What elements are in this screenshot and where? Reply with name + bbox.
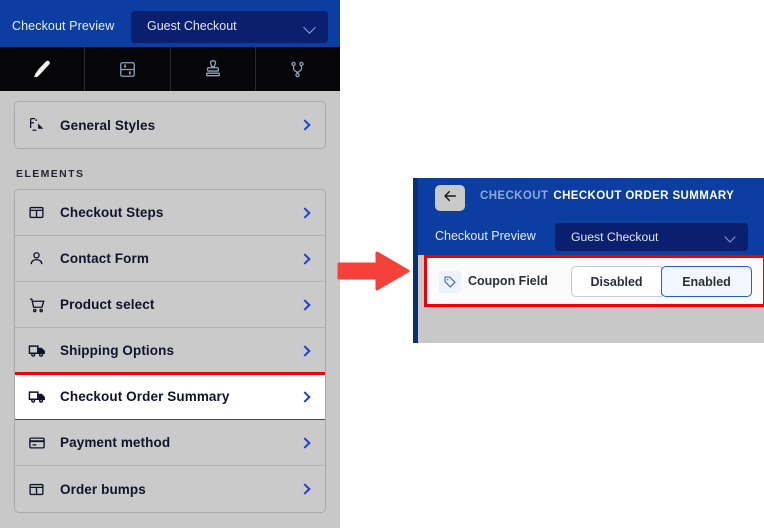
coupon-field-label: Coupon Field bbox=[468, 274, 548, 288]
breadcrumb: CHECKOUT CHECKOUT ORDER SUMMARY bbox=[480, 190, 734, 202]
detail-guest-checkout-select-value: Guest Checkout bbox=[571, 230, 659, 244]
cart-icon bbox=[28, 295, 52, 315]
coupon-field-enabled-button[interactable]: Enabled bbox=[661, 266, 752, 297]
checkout-preview-label: Checkout Preview bbox=[12, 19, 115, 33]
detail-panel: CHECKOUT CHECKOUT ORDER SUMMARY Checkout … bbox=[413, 178, 764, 343]
tab-integrations[interactable] bbox=[256, 47, 340, 91]
chevron-right-icon bbox=[299, 483, 311, 495]
paintbrush-icon bbox=[31, 58, 53, 80]
builder-topbar: Checkout Preview Guest Checkout bbox=[0, 0, 340, 47]
chevron-right-icon bbox=[299, 436, 311, 449]
coupon-field-setting-row: Coupon Field Disabled Enabled bbox=[426, 257, 764, 305]
sidebar-item-general-styles[interactable]: General Styles bbox=[15, 102, 325, 148]
sidebar-item-label: Shipping Options bbox=[60, 343, 175, 358]
columns-icon bbox=[28, 203, 52, 223]
chevron-right-icon bbox=[299, 344, 311, 357]
detail-checkout-preview-label: Checkout Preview bbox=[435, 229, 536, 243]
sidebar-item-payment-method[interactable]: Payment method bbox=[15, 420, 325, 466]
chevron-right-icon bbox=[299, 119, 311, 131]
chevron-right-icon bbox=[299, 206, 311, 219]
sidebar-item-label: Order bumps bbox=[60, 481, 146, 497]
tab-stamp[interactable] bbox=[171, 47, 256, 91]
arrow-left-icon bbox=[442, 188, 458, 209]
back-button[interactable] bbox=[435, 185, 465, 211]
stamp-icon bbox=[203, 59, 223, 79]
sidebar-item-product-select[interactable]: Product select bbox=[15, 282, 325, 328]
general-styles-card: General Styles bbox=[14, 101, 326, 149]
coupon-field-disabled-button[interactable]: Disabled bbox=[571, 266, 662, 297]
elements-section-title: ELEMENTS bbox=[16, 168, 85, 180]
sidebar-item-checkout-order-summary[interactable]: Checkout Order Summary bbox=[15, 374, 325, 420]
right-arrow-annotation bbox=[337, 250, 411, 292]
sidebar-item-label: Checkout Steps bbox=[60, 205, 164, 220]
user-icon bbox=[28, 249, 52, 269]
sidebar-item-label: Payment method bbox=[60, 435, 171, 450]
detail-panel-header: CHECKOUT CHECKOUT ORDER SUMMARY bbox=[418, 178, 764, 218]
sliders-icon bbox=[118, 60, 137, 79]
chevron-down-icon bbox=[724, 231, 736, 243]
breadcrumb-parent: CHECKOUT bbox=[480, 190, 549, 202]
chevron-right-icon bbox=[299, 390, 311, 403]
chevron-down-icon bbox=[303, 21, 316, 34]
sidebar-item-checkout-steps[interactable]: Checkout Steps bbox=[15, 190, 325, 236]
screenshot-root: Checkout Preview Guest Checkout General … bbox=[0, 0, 764, 528]
highlighted-item-wrapper: Checkout Order Summary bbox=[15, 372, 325, 422]
detail-panel-subbar: Checkout Preview Guest Checkout bbox=[418, 218, 764, 255]
tab-settings[interactable] bbox=[85, 47, 171, 91]
detail-guest-checkout-select[interactable]: Guest Checkout bbox=[555, 223, 748, 251]
sidebar-item-label: General Styles bbox=[60, 117, 156, 133]
sidebar-item-shipping-options[interactable]: Shipping Options bbox=[15, 328, 325, 374]
tag-icon bbox=[439, 271, 461, 293]
breadcrumb-current: CHECKOUT ORDER SUMMARY bbox=[553, 190, 735, 202]
credit-card-icon bbox=[28, 433, 52, 453]
chevron-right-icon bbox=[299, 252, 311, 265]
chevron-right-icon bbox=[299, 298, 311, 311]
truck-icon bbox=[28, 387, 52, 407]
builder-sidebar: Checkout Preview Guest Checkout General … bbox=[0, 0, 340, 528]
columns-icon bbox=[28, 479, 52, 499]
sidebar-item-contact-form[interactable]: Contact Form bbox=[15, 236, 325, 282]
tab-design[interactable] bbox=[0, 47, 86, 91]
git-branch-icon bbox=[288, 60, 307, 79]
guest-checkout-select-value: Guest Checkout bbox=[147, 19, 237, 33]
sidebar-item-label: Product select bbox=[60, 297, 155, 312]
guest-checkout-select[interactable]: Guest Checkout bbox=[131, 11, 328, 43]
truck-icon bbox=[28, 341, 52, 361]
coupon-field-toggle-group: Disabled Enabled bbox=[571, 266, 752, 297]
sidebar-item-order-bumps[interactable]: Order bumps bbox=[15, 466, 325, 512]
sidebar-item-label: Checkout Order Summary bbox=[60, 389, 230, 404]
sidebar-item-label: Contact Form bbox=[60, 251, 149, 266]
elements-card: Checkout Steps Contact Form Product sele… bbox=[14, 189, 326, 513]
palette-layers-icon bbox=[28, 115, 52, 135]
builder-body: General Styles ELEMENTS Checkout Steps C… bbox=[0, 91, 340, 528]
builder-tabbar bbox=[0, 47, 340, 91]
